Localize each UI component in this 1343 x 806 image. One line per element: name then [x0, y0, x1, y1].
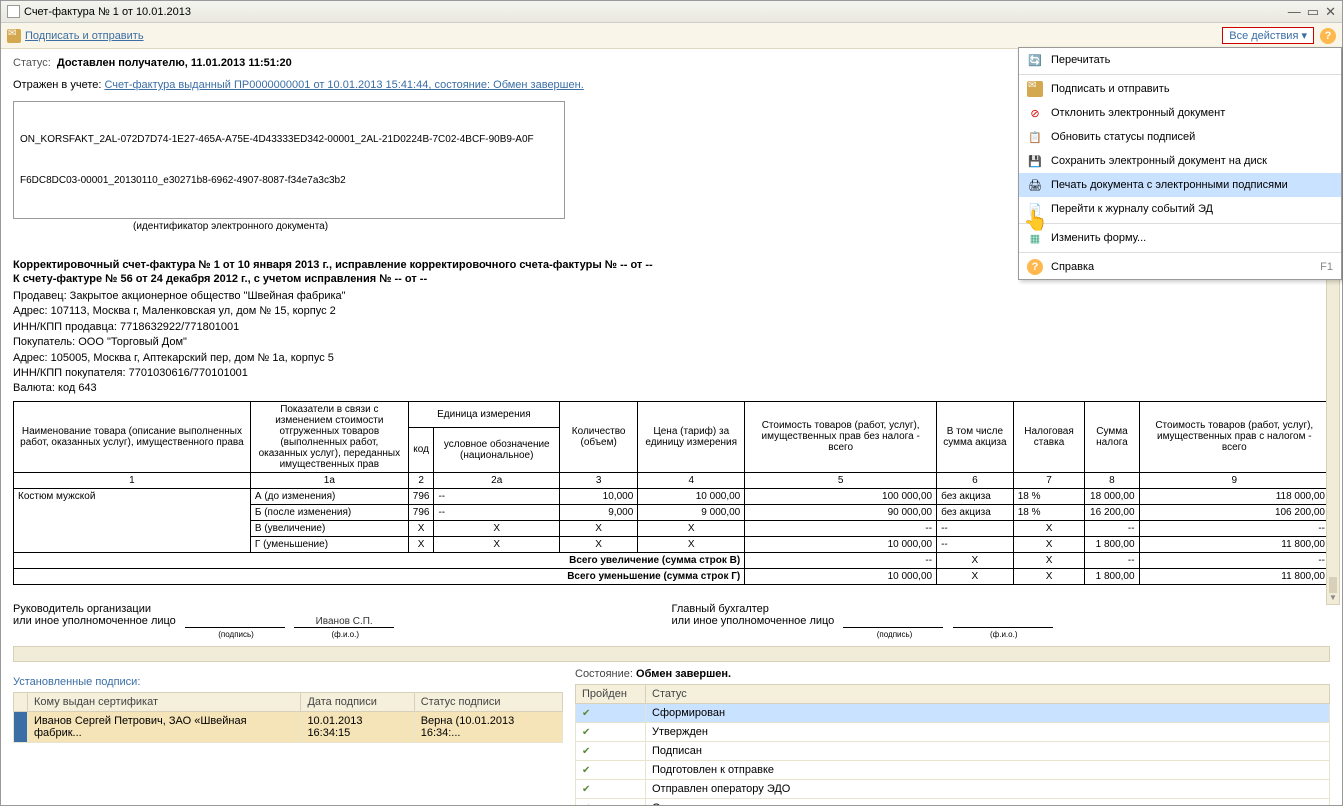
menu-reject[interactable]: ⊘Отклонить электронный документ [1019, 101, 1341, 125]
sign-icon [1027, 81, 1043, 97]
signatures-grid: Кому выдан сертификат Дата подписи Стату… [13, 692, 563, 743]
app-window: Счет-фактура № 1 от 10.01.2013 ― ▭ ✕ Под… [0, 0, 1343, 806]
signer-left-role: Руководитель организации или иное уполно… [13, 603, 176, 627]
status-value: Доставлен получателю, 11.01.2013 11:51:2… [57, 57, 292, 69]
help-button[interactable]: ? [1320, 28, 1336, 44]
menu-save-disk[interactable]: 💾Сохранить электронный документ на диск [1019, 149, 1341, 173]
refresh-icon: 🔄 [1027, 52, 1043, 68]
signature-block: Руководитель организации или иное уполно… [13, 603, 1330, 640]
close-button[interactable]: ✕ [1325, 1, 1336, 23]
signatures-title: Установленные подписи: [13, 676, 563, 688]
status-label: Статус: [13, 57, 51, 69]
restore-button[interactable]: ▭ [1307, 1, 1319, 23]
signer-right-role: Главный бухгалтер или иное уполномоченно… [672, 603, 835, 627]
seller-addr: Адрес: 107113, Москва г, Маленковская ул… [13, 304, 1330, 319]
window-title: Счет-фактура № 1 от 10.01.2013 [24, 1, 191, 23]
table-row[interactable]: Подписан [576, 741, 1330, 760]
sign-and-send-link[interactable]: Подписать и отправить [25, 30, 144, 42]
titlebar: Счет-фактура № 1 от 10.01.2013 ― ▭ ✕ [1, 1, 1342, 23]
invoice-table: Наименование товара (описание выполненны… [13, 401, 1330, 585]
help-icon: ? [1027, 259, 1043, 275]
menu-help[interactable]: ?СправкаF1 [1019, 255, 1341, 279]
buyer-inn: ИНН/КПП покупателя: 7701030616/770101001 [13, 366, 1330, 381]
seller: Продавец: Закрытое акционерное общество … [13, 289, 1330, 304]
state-label: Состояние: [575, 668, 633, 680]
menu-print[interactable]: 🖨Печать документа с электронными подпися… [1019, 173, 1341, 197]
seller-inn: ИНН/КПП продавца: 7718632922/771801001 [13, 320, 1330, 335]
print-icon: 🖨 [1027, 177, 1043, 193]
save-icon: 💾 [1027, 153, 1043, 169]
minimize-button[interactable]: ― [1288, 1, 1301, 23]
menu-change-form[interactable]: ▦Изменить форму... [1019, 226, 1341, 250]
update-icon: 📋 [1027, 129, 1043, 145]
menu-journal[interactable]: 📄Перейти к журналу событий ЭД [1019, 197, 1341, 221]
menu-reread[interactable]: 🔄Перечитать [1019, 48, 1341, 72]
doc-id-box: ON_KORSFAKT_2AL-072D7D74-1E27-465A-A75E-… [13, 101, 565, 219]
reflected-link[interactable]: Счет-фактура выданный ПР0000000001 от 10… [104, 79, 583, 91]
table-row[interactable]: Утвержден [576, 722, 1330, 741]
reject-icon: ⊘ [1027, 105, 1043, 121]
all-actions-button[interactable]: Все действия ▾ [1222, 27, 1314, 44]
cursor-icon: 👆 [1023, 208, 1048, 233]
app-icon [7, 5, 20, 18]
status-grid: ПройденСтатус Сформирован Утвержден Подп… [575, 684, 1330, 805]
sign-icon [7, 29, 21, 43]
buyer: Покупатель: ООО "Торговый Дом" [13, 335, 1330, 350]
table-row[interactable]: Отправлен оператору ЭДО [576, 779, 1330, 798]
menu-sign-send[interactable]: Подписать и отправить [1019, 77, 1341, 101]
horizontal-scrollbar[interactable] [13, 646, 1330, 662]
item-name: Костюм мужской [14, 488, 251, 552]
menu-update-status[interactable]: 📋Обновить статусы подписей [1019, 125, 1341, 149]
table-row[interactable]: Сформирован [576, 703, 1330, 722]
buyer-addr: Адрес: 105005, Москва г, Аптекарский пер… [13, 351, 1330, 366]
toolbar: Подписать и отправить Все действия ▾ ? [1, 23, 1342, 49]
state-value: Обмен завершен. [636, 668, 731, 680]
table-row[interactable]: Подготовлен к отправке [576, 760, 1330, 779]
all-actions-menu: 🔄Перечитать Подписать и отправить ⊘Откло… [1018, 47, 1342, 280]
currency: Валюта: код 643 [13, 381, 1330, 396]
table-row[interactable]: Иванов Сергей Петрович, ЗАО «Швейная фаб… [14, 711, 563, 742]
reflected-label: Отражен в учете: [13, 79, 101, 91]
doc-id-line1: ON_KORSFAKT_2AL-072D7D74-1E27-465A-A75E-… [20, 133, 558, 147]
table-row[interactable]: Отправлен получателю [576, 798, 1330, 805]
doc-id-line2: F6DC8DC03-00001_20130110_e30271b8-6962-4… [20, 174, 558, 188]
